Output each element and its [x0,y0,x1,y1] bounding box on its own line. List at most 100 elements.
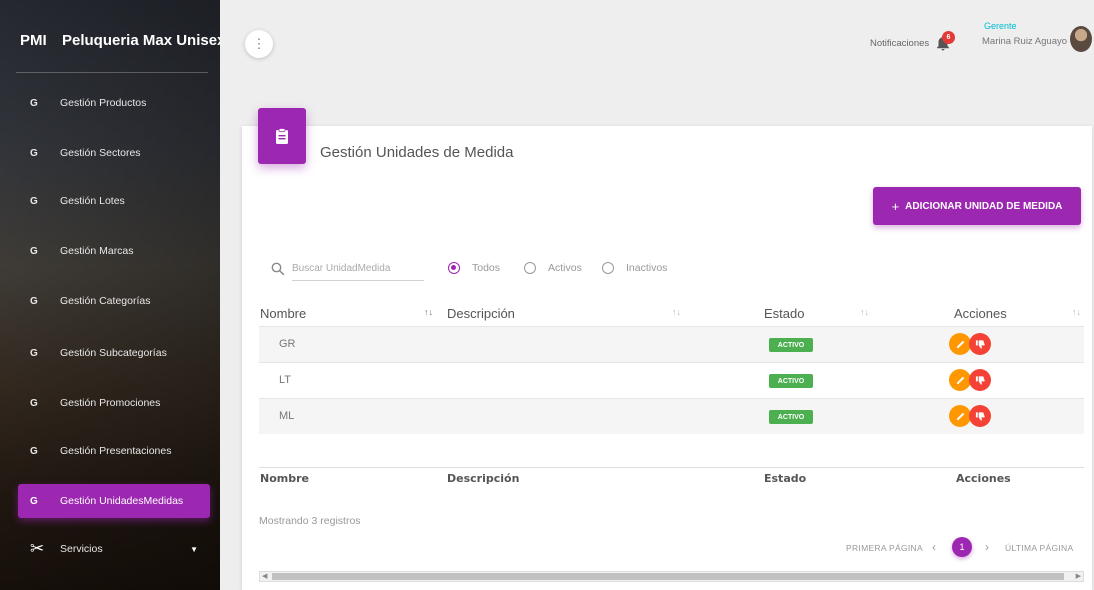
sidebar-item-letter: G [30,295,38,307]
sidebar-item-presentaciones[interactable]: G Gestión Presentaciones [18,434,210,468]
table-footer-divider [259,467,1084,468]
deactivate-button[interactable] [969,333,991,355]
filter-label: Todos [472,262,501,274]
radio-icon [602,262,614,274]
scroll-right-icon[interactable]: ▶ [1076,572,1081,580]
clipboard-icon [258,108,306,164]
page-1-button[interactable]: 1 [952,537,972,557]
sidebar-item-letter: G [30,397,38,409]
more-options-button[interactable]: ⋮ [245,30,273,58]
footer-acciones: Acciones [956,472,1011,485]
scissors-icon: ✂ [30,539,45,558]
column-header-descripcion[interactable]: Descripción [447,306,515,321]
sort-icon[interactable]: ↑↓ [860,307,869,317]
sidebar-item-label: Gestión Promociones [60,397,161,409]
cell-nombre: GR [279,338,296,350]
sidebar: PMI Peluqueria Max Unisex G Gestión Prod… [0,0,220,590]
sidebar-item-label: Gestión Presentaciones [60,445,172,457]
last-page-link[interactable]: ÚLTIMA PÁGINA [1005,543,1073,553]
sort-asc-icon[interactable]: ↑↓ [424,307,433,317]
brand[interactable]: PMI Peluqueria Max Unisex [0,0,220,72]
sidebar-item-label: Gestión Lotes [60,195,125,207]
filter-inactivos[interactable]: Inactivos [602,262,667,274]
status-badge: ACTIVO [769,338,813,352]
footer-descripcion: Descripción [447,472,520,485]
footer-nombre: Nombre [260,472,309,485]
add-unit-label: ADICIONAR UNIDAD DE MEDIDA [905,200,1063,212]
thumbs-down-icon [975,411,985,421]
sidebar-item-label: Gestión Categorías [60,295,151,307]
pencil-icon [956,376,964,384]
filter-label: Inactivos [626,262,668,274]
sidebar-item-letter: G [30,347,38,359]
table-row: ML ACTIVO [259,398,1084,434]
sidebar-item-letter: G [30,195,38,207]
sidebar-item-sectores[interactable]: G Gestión Sectores [18,136,210,170]
search-icon [271,262,285,276]
scrollbar-thumb[interactable] [272,573,1064,580]
search-input[interactable] [292,257,424,281]
records-count: Mostrando 3 registros [259,515,361,527]
sidebar-item-productos[interactable]: G Gestión Productos [18,86,210,120]
sidebar-item-label: Gestión Subcategorías [60,347,167,359]
notifications-label[interactable]: Notificaciones [870,38,929,49]
footer-estado: Estado [764,472,807,485]
avatar[interactable] [1070,26,1092,52]
first-page-link[interactable]: PRIMERA PÁGINA [846,543,923,553]
sidebar-item-categorias[interactable]: G Gestión Categorías [18,284,210,318]
sidebar-item-unidadesmedidas[interactable]: G Gestión UnidadesMedidas [18,484,210,518]
status-badge: ACTIVO [769,374,813,388]
thumbs-down-icon [975,375,985,385]
sidebar-item-letter: G [30,147,38,159]
chevron-left-icon[interactable]: ‹ [932,540,936,554]
sidebar-item-letter: G [30,495,38,507]
edit-button[interactable] [949,405,971,427]
brand-divider [16,72,208,73]
sort-icon[interactable]: ↑↓ [672,307,681,317]
cell-nombre: ML [279,410,295,422]
edit-button[interactable] [949,333,971,355]
sidebar-item-letter: G [30,97,38,109]
sidebar-item-letter: G [30,445,38,457]
page-title: Gestión Unidades de Medida [320,144,514,161]
caret-down-icon: ▼ [190,544,198,554]
table-row: LT ACTIVO [259,362,1084,398]
sidebar-item-servicios[interactable]: ✂ Servicios ▼ [18,532,210,566]
notifications-badge: 6 [942,31,955,44]
sidebar-item-label: Gestión Sectores [60,147,141,159]
user-name[interactable]: Marina Ruiz Aguayo [982,36,1067,47]
filter-todos[interactable]: Todos [448,262,500,274]
status-badge: ACTIVO [769,410,813,424]
column-header-acciones[interactable]: Acciones [954,306,1007,321]
sidebar-item-promociones[interactable]: G Gestión Promociones [18,386,210,420]
sidebar-item-label: Gestión UnidadesMedidas [60,495,184,507]
sidebar-item-label: Servicios [60,543,103,555]
sidebar-item-label: Gestión Productos [60,97,147,109]
table-row: GR ACTIVO [259,326,1084,362]
edit-button[interactable] [949,369,971,391]
deactivate-button[interactable] [969,369,991,391]
sidebar-item-letter: G [30,245,38,257]
pencil-icon [956,340,964,348]
deactivate-button[interactable] [969,405,991,427]
filter-activos[interactable]: Activos [524,262,582,274]
brand-abbr: PMI [20,32,47,49]
brand-name: Peluqueria Max Unisex [62,32,220,49]
sort-icon[interactable]: ↑↓ [1072,307,1081,317]
sidebar-item-marcas[interactable]: G Gestión Marcas [18,234,210,268]
horizontal-scrollbar[interactable]: ◀ ▶ [259,571,1084,582]
pencil-icon [956,412,964,420]
user-role: Gerente [984,21,1017,31]
add-unit-button[interactable]: + ADICIONAR UNIDAD DE MEDIDA [873,187,1081,225]
chevron-right-icon[interactable]: › [985,540,989,554]
scroll-left-icon[interactable]: ◀ [262,572,267,580]
column-header-nombre[interactable]: Nombre [260,306,306,321]
cell-nombre: LT [279,374,292,386]
sidebar-item-label: Gestión Marcas [60,245,134,257]
filter-label: Activos [548,262,582,274]
radio-selected-icon [448,262,460,274]
sidebar-item-subcategorias[interactable]: G Gestión Subcategorías [18,336,210,370]
thumbs-down-icon [975,339,985,349]
column-header-estado[interactable]: Estado [764,306,804,321]
sidebar-item-lotes[interactable]: G Gestión Lotes [18,184,210,218]
